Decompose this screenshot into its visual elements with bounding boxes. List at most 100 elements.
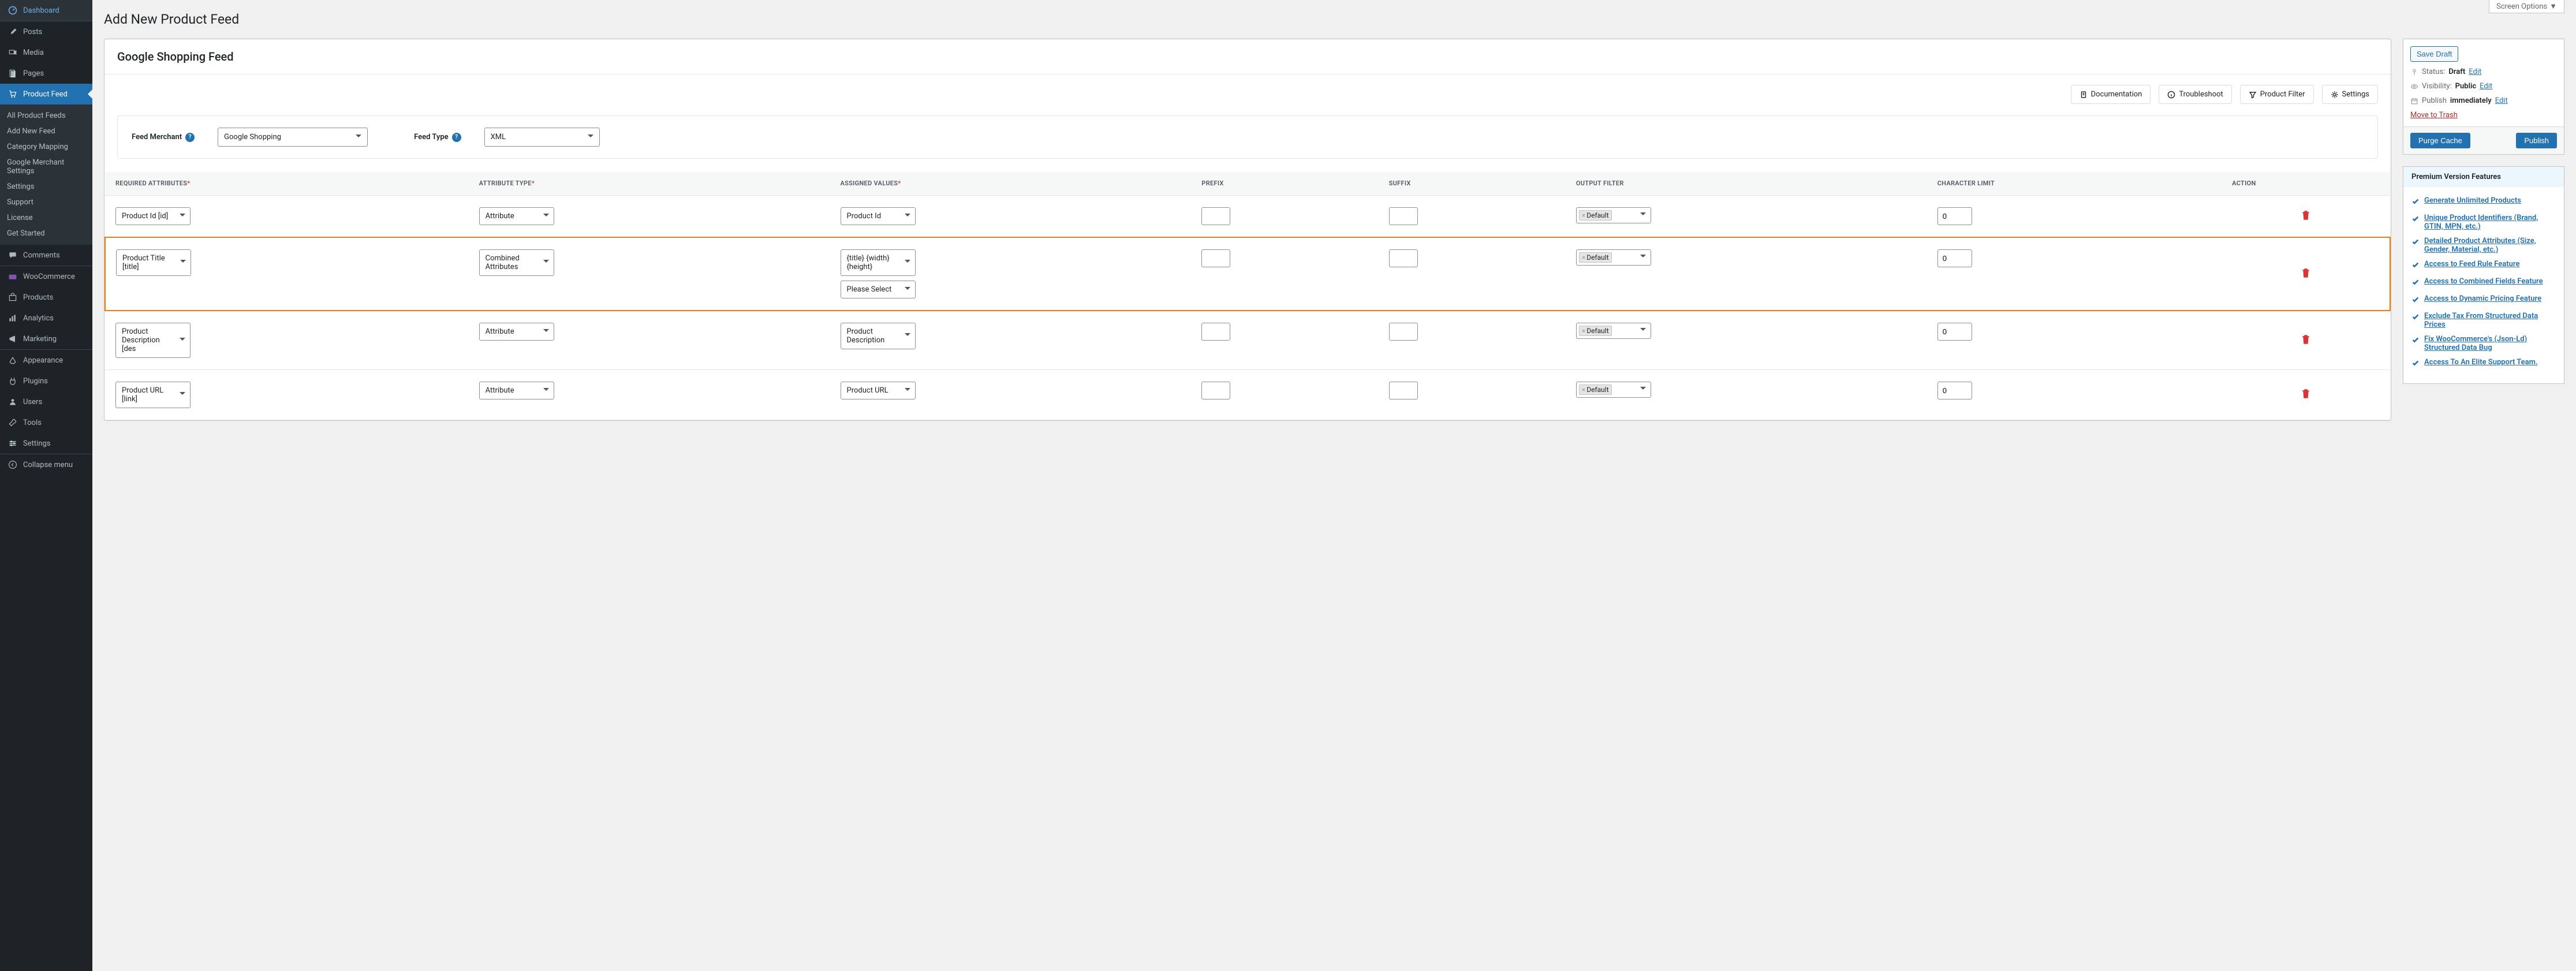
delete-row-button[interactable] [2302, 389, 2310, 398]
sidebar-item-users[interactable]: Users [0, 391, 92, 412]
documentation-button[interactable]: Documentation [2071, 85, 2151, 104]
output-filter-select[interactable]: ×Default [1576, 249, 1651, 266]
premium-link[interactable]: Fix WooCommerce's (Json-Ld) Structured D… [2424, 335, 2556, 352]
attributes-table: Required Attributes Attribute Type Assig… [104, 171, 2391, 420]
delete-row-button[interactable] [2302, 268, 2310, 278]
publish-button[interactable]: Publish [2516, 133, 2557, 148]
sidebar-item-label: Comments [23, 251, 60, 260]
premium-link[interactable]: Access to Feed Rule Feature [2424, 260, 2519, 268]
purge-cache-button[interactable]: Purge Cache [2410, 133, 2470, 148]
premium-item: Unique Product Identifiers (Brand, GTIN,… [2411, 214, 2556, 231]
col-required: Required Attributes [115, 180, 191, 187]
appearance-icon [7, 354, 18, 366]
remove-tag-icon[interactable]: × [1582, 211, 1585, 219]
suffix-input[interactable] [1389, 207, 1418, 225]
move-to-trash-link[interactable]: Move to Trash [2410, 111, 2458, 119]
premium-link[interactable]: Exclude Tax From Structured Data Prices [2424, 312, 2556, 329]
premium-link[interactable]: Access To An Elite Support Team. [2424, 358, 2538, 367]
prefix-input[interactable] [1201, 207, 1230, 225]
chevron-down-icon: ▼ [2549, 2, 2557, 11]
delete-row-button[interactable] [2302, 211, 2310, 220]
feed-type-select[interactable]: XML [484, 128, 600, 147]
prefix-input[interactable] [1201, 249, 1230, 267]
prefix-input[interactable] [1201, 382, 1230, 399]
edit-status-link[interactable]: Edit [2469, 68, 2481, 76]
sidebar-item-media[interactable]: Media [0, 42, 92, 63]
submenu-support[interactable]: Support [0, 195, 92, 210]
submenu-get-started[interactable]: Get Started [0, 226, 92, 241]
sidebar-item-product-feed[interactable]: Product Feed [0, 84, 92, 104]
attr-type-select[interactable]: Attribute [479, 323, 554, 341]
sidebar-item-marketing[interactable]: Marketing [0, 328, 92, 349]
suffix-input[interactable] [1389, 382, 1418, 399]
sidebar-item-appearance[interactable]: Appearance [0, 350, 92, 371]
required-attr-select[interactable]: Product Id [id] [115, 207, 191, 225]
product-filter-button[interactable]: Product Filter [2240, 85, 2314, 104]
feed-merchant-select[interactable]: Google Shopping [218, 128, 368, 147]
sidebar-item-label: Analytics [23, 314, 54, 323]
output-filter-select[interactable]: ×Default [1576, 207, 1651, 223]
sidebar-item-comments[interactable]: Comments [0, 245, 92, 266]
eye-icon [2410, 83, 2418, 91]
char-limit-input[interactable] [1937, 323, 1972, 341]
attr-type-select[interactable]: Attribute [479, 382, 554, 399]
submenu-settings[interactable]: Settings [0, 179, 92, 195]
delete-row-button[interactable] [2302, 335, 2310, 344]
premium-link[interactable]: Access to Dynamic Pricing Feature [2424, 294, 2541, 303]
char-limit-input[interactable] [1937, 382, 1972, 399]
submenu-google-merchant[interactable]: Google Merchant Settings [0, 155, 92, 179]
remove-tag-icon[interactable]: × [1582, 327, 1585, 335]
edit-visibility-link[interactable]: Edit [2480, 82, 2492, 91]
attr-type-select[interactable]: Attribute [479, 207, 554, 225]
premium-link[interactable]: Generate Unlimited Products [2424, 196, 2521, 205]
screen-options-toggle[interactable]: Screen Options ▼ [2489, 0, 2564, 13]
help-icon[interactable]: ? [185, 133, 195, 142]
sidebar-item-settings[interactable]: Settings [0, 433, 92, 454]
troubleshoot-button[interactable]: Troubleshoot [2159, 85, 2231, 104]
submenu-license[interactable]: License [0, 210, 92, 226]
prefix-input[interactable] [1201, 323, 1230, 341]
settings-button[interactable]: Settings [2322, 85, 2378, 104]
sidebar-collapse[interactable]: Collapse menu [0, 454, 92, 475]
sidebar-item-posts[interactable]: Posts [0, 21, 92, 42]
assigned-value-select[interactable]: Product Description [841, 323, 916, 349]
sidebar-item-analytics[interactable]: Analytics [0, 308, 92, 328]
calendar-icon [2410, 97, 2418, 105]
remove-tag-icon[interactable]: × [1582, 253, 1585, 262]
help-icon[interactable]: ? [452, 133, 461, 142]
required-attr-select[interactable]: Product Title [title] [116, 249, 191, 276]
required-attr-select[interactable]: Product Description [des [115, 323, 191, 358]
output-filter-select[interactable]: ×Default [1576, 382, 1651, 398]
required-attr-select[interactable]: Product URL [link] [115, 382, 191, 408]
check-icon [2411, 278, 2420, 289]
pin-icon [7, 26, 18, 38]
col-assigned: Assigned Values [841, 180, 901, 187]
suffix-input[interactable] [1389, 249, 1418, 267]
save-draft-button[interactable]: Save Draft [2410, 46, 2458, 62]
edit-publish-link[interactable]: Edit [2495, 96, 2508, 105]
submenu-add-new[interactable]: Add New Feed [0, 124, 92, 139]
assigned-value-select[interactable]: Product URL [841, 382, 916, 399]
assigned-value-input[interactable]: {title} {width} {height} [841, 249, 916, 276]
sidebar-item-plugins[interactable]: Plugins [0, 371, 92, 391]
submenu-all-feeds[interactable]: All Product Feeds [0, 108, 92, 124]
sidebar-item-tools[interactable]: Tools [0, 412, 92, 433]
premium-link[interactable]: Detailed Product Attributes (Size, Gende… [2424, 237, 2556, 254]
char-limit-input[interactable] [1937, 207, 1972, 225]
sidebar-item-pages[interactable]: Pages [0, 63, 92, 84]
submenu-category-mapping[interactable]: Category Mapping [0, 139, 92, 155]
col-attr-type: Attribute Type [479, 180, 535, 187]
premium-link[interactable]: Unique Product Identifiers (Brand, GTIN,… [2424, 214, 2556, 231]
char-limit-input[interactable] [1937, 249, 1972, 267]
sidebar-item-dashboard[interactable]: Dashboard [0, 0, 92, 21]
sidebar-item-woocommerce[interactable]: WooCommerce [0, 266, 92, 287]
assigned-value-select[interactable]: Product Id [841, 207, 916, 225]
attr-type-select[interactable]: Combined Attributes [479, 249, 554, 276]
plugins-icon [7, 375, 18, 387]
premium-link[interactable]: Access to Combined Fields Feature [2424, 277, 2543, 286]
suffix-input[interactable] [1389, 323, 1418, 341]
remove-tag-icon[interactable]: × [1582, 386, 1585, 394]
output-filter-select[interactable]: ×Default [1576, 323, 1651, 339]
sidebar-item-products[interactable]: Products [0, 287, 92, 308]
assigned-value-select[interactable]: Please Select [841, 281, 916, 298]
